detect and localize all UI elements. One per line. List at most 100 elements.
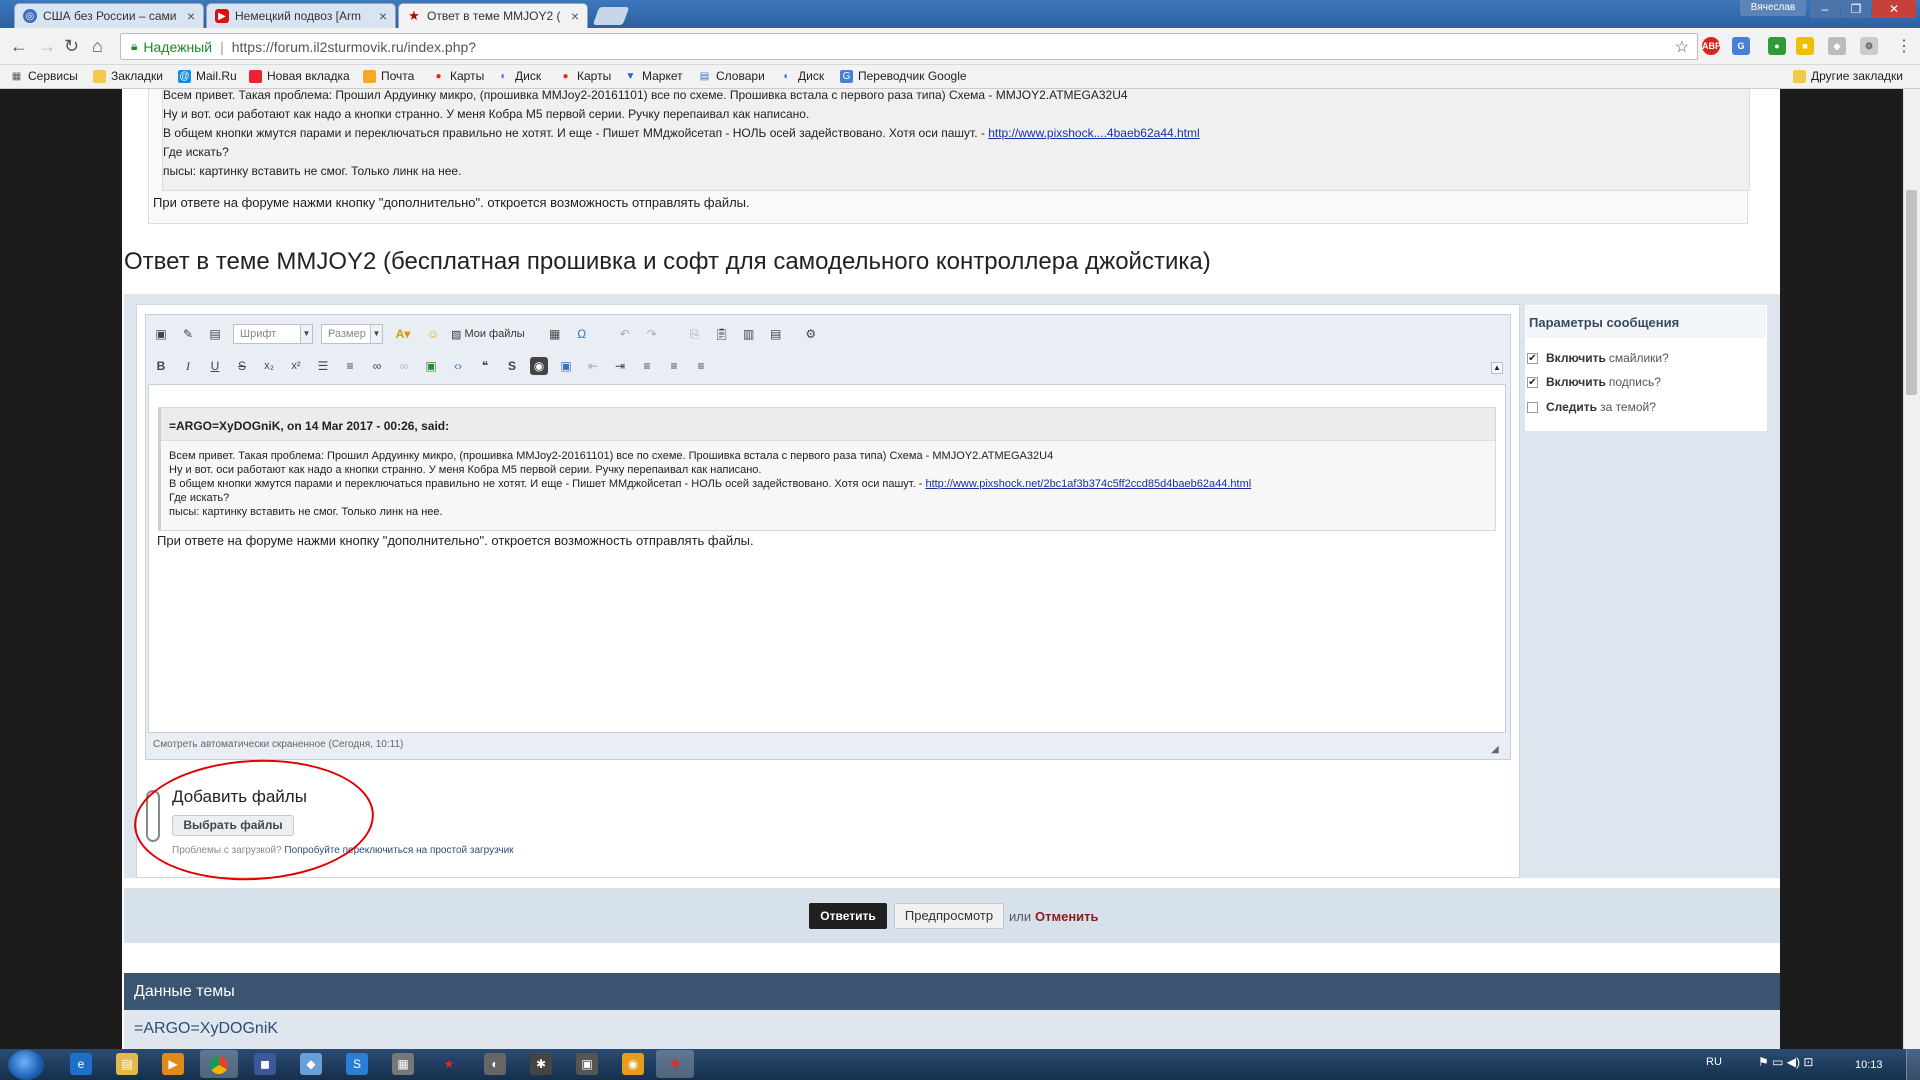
link-icon[interactable]: ∞ — [368, 357, 386, 375]
translate-icon[interactable]: G — [1732, 37, 1750, 55]
bookmark-item[interactable]: ◐ Диск — [780, 69, 824, 83]
bookmark-item[interactable]: G Переводчик Google — [840, 69, 967, 83]
underline-icon[interactable]: U — [206, 357, 224, 375]
checkbox-checked-icon[interactable]: ✔ — [1527, 352, 1538, 364]
attach-image-icon[interactable]: ▣ — [557, 357, 575, 375]
bookmark-item[interactable]: @ Mail.Ru — [178, 69, 237, 83]
chrome-icon[interactable] — [200, 1050, 238, 1078]
text-color-icon[interactable]: A▾ — [391, 325, 415, 343]
redo-icon[interactable]: ↷ — [643, 325, 661, 343]
quote-icon[interactable]: ❝ — [476, 357, 494, 375]
explorer-icon[interactable]: ▤ — [116, 1053, 138, 1075]
close-window-icon[interactable]: ✕ — [1872, 0, 1916, 18]
source-icon[interactable]: ▣ — [152, 325, 170, 343]
taskbar-clock[interactable]: 10:13 — [1855, 1059, 1883, 1071]
outdent-icon[interactable]: ⇤ — [584, 357, 602, 375]
browser-tab-2[interactable]: ▶ Немецкий подвоз [Arm × — [206, 3, 396, 28]
close-tab-icon[interactable]: × — [187, 8, 195, 24]
align-center-icon[interactable]: ≡ — [665, 357, 683, 375]
indent-icon[interactable]: ⇥ — [611, 357, 629, 375]
collapse-toolbar-icon[interactable]: ▲ — [1491, 362, 1503, 374]
star-icon[interactable]: ★ — [438, 1053, 460, 1075]
align-right-icon[interactable]: ≡ — [692, 357, 710, 375]
code-icon[interactable]: ‹› — [449, 357, 467, 375]
scrollbar-thumb[interactable] — [1906, 190, 1917, 395]
preview-button[interactable]: Предпросмотр — [894, 903, 1004, 929]
maximize-icon[interactable]: ❐ — [1841, 0, 1871, 18]
spoiler-icon[interactable]: S — [503, 357, 521, 375]
quote-link[interactable]: http://www.pixshock.net/2bc1af3b374c5ff2… — [925, 478, 1251, 490]
numbered-list-icon[interactable]: ≡ — [341, 357, 359, 375]
size-select[interactable]: Размер ▼ — [321, 324, 383, 344]
windows-start-button[interactable] — [8, 1050, 44, 1080]
italic-icon[interactable]: I — [179, 357, 197, 375]
bullet-list-icon[interactable]: ☰ — [314, 357, 332, 375]
unlink-icon[interactable]: ∞ — [395, 357, 413, 375]
font-select[interactable]: Шрифт ▼ — [233, 324, 313, 344]
quote-link[interactable]: http://www.pixshock....4baeb62a44.html — [988, 126, 1199, 140]
minimize-icon[interactable]: – — [1810, 0, 1840, 18]
checkbox-checked-icon[interactable]: ✔ — [1527, 376, 1538, 388]
close-tab-icon[interactable]: × — [379, 8, 387, 24]
bookmark-item[interactable]: ● Карты — [432, 69, 484, 83]
close-tab-icon[interactable]: × — [571, 8, 579, 24]
image-icon[interactable]: ▣ — [422, 357, 440, 375]
media-player-icon[interactable]: ▶ — [162, 1053, 184, 1075]
menu-icon[interactable]: ⋮ — [1896, 36, 1912, 56]
app-icon[interactable]: ◉ — [622, 1053, 644, 1075]
bookmark-item[interactable]: Закладки — [93, 69, 163, 83]
checkbox-icon[interactable] — [1527, 401, 1538, 413]
paste-word-icon[interactable]: ▤ — [767, 325, 785, 343]
app-icon[interactable]: ◐ — [484, 1053, 506, 1075]
extension-icon[interactable]: ◆ — [1828, 37, 1846, 55]
smiley-icon[interactable]: ☺ — [424, 325, 442, 343]
extension-icon[interactable]: ■ — [1796, 37, 1814, 55]
option-follow[interactable]: Следить за темой? — [1527, 400, 1656, 414]
app-icon[interactable]: ✱ — [530, 1053, 552, 1075]
show-desktop-button[interactable] — [1906, 1049, 1920, 1080]
strikethrough-icon[interactable]: S — [233, 357, 251, 375]
back-icon[interactable]: ← — [10, 36, 28, 57]
bookmark-item[interactable]: Новая вкладка — [249, 69, 350, 83]
language-indicator[interactable]: RU — [1706, 1056, 1722, 1068]
bookmark-item[interactable]: ▤ Словари — [698, 69, 765, 83]
reload-icon[interactable]: ↻ — [64, 36, 79, 57]
app-icon[interactable]: ◆ — [300, 1053, 322, 1075]
url-text[interactable]: https://forum.il2sturmovik.ru/index.php? — [232, 39, 476, 55]
skype-icon[interactable]: S — [346, 1053, 368, 1075]
adblock-icon[interactable]: ABP — [1702, 37, 1721, 55]
align-left-icon[interactable]: ≡ — [638, 357, 656, 375]
browser-tab-3[interactable]: ★ Ответ в теме MMJOY2 ( × — [398, 3, 588, 28]
reply-button[interactable]: Ответить — [809, 903, 887, 929]
other-bookmarks[interactable]: Другие закладки — [1793, 69, 1903, 83]
home-icon[interactable]: ⌂ — [92, 36, 103, 57]
app-icon[interactable]: ▦ — [392, 1053, 414, 1075]
bookmark-item[interactable]: ● Карты — [559, 69, 611, 83]
table-icon[interactable]: ▦ — [546, 325, 564, 343]
tray-icons[interactable]: ⚑ ▭ ◀︎) ⊡ — [1758, 1055, 1813, 1069]
address-bar[interactable]: 🔒︎ Надежный | https://forum.il2sturmovik… — [120, 33, 1698, 60]
app-window-icon[interactable]: ✚ — [656, 1050, 694, 1078]
forward-icon[interactable]: → — [38, 36, 56, 57]
browser-tab-1[interactable]: ◎ США без России – сами × — [14, 3, 204, 28]
special-char-icon[interactable]: Ω — [573, 325, 591, 343]
app-icon[interactable]: ▣ — [576, 1053, 598, 1075]
remove-format-icon[interactable]: ✎ — [179, 325, 197, 343]
bold-icon[interactable]: B — [152, 357, 170, 375]
paste-plain-icon[interactable]: ▥ — [740, 325, 758, 343]
bookmark-item[interactable]: ◐ Диск — [497, 69, 541, 83]
bookmark-item[interactable]: Почта — [363, 69, 414, 83]
option-emoticons[interactable]: ✔ Включить смайлики? — [1527, 351, 1669, 365]
extension-icon[interactable]: ⚙ — [1860, 37, 1878, 55]
superscript-icon[interactable]: x² — [287, 357, 305, 375]
topic-author-link[interactable]: =ARGO=XyDOGniK — [124, 1010, 1780, 1049]
profile-button[interactable]: Вячеслав — [1740, 0, 1806, 16]
app-icon[interactable]: ◼ — [254, 1053, 276, 1075]
resize-handle-icon[interactable]: ◢ — [1491, 744, 1503, 756]
bookmark-item[interactable]: ▦ Сервисы — [10, 69, 78, 83]
paste-icon[interactable]: 📋︎ — [713, 325, 731, 343]
media-icon[interactable]: ◉ — [530, 357, 548, 375]
bookmark-item[interactable]: ▼ Маркет — [624, 69, 683, 83]
option-signature[interactable]: ✔ Включить подпись? — [1527, 375, 1661, 389]
subscript-icon[interactable]: x₂ — [260, 357, 278, 375]
